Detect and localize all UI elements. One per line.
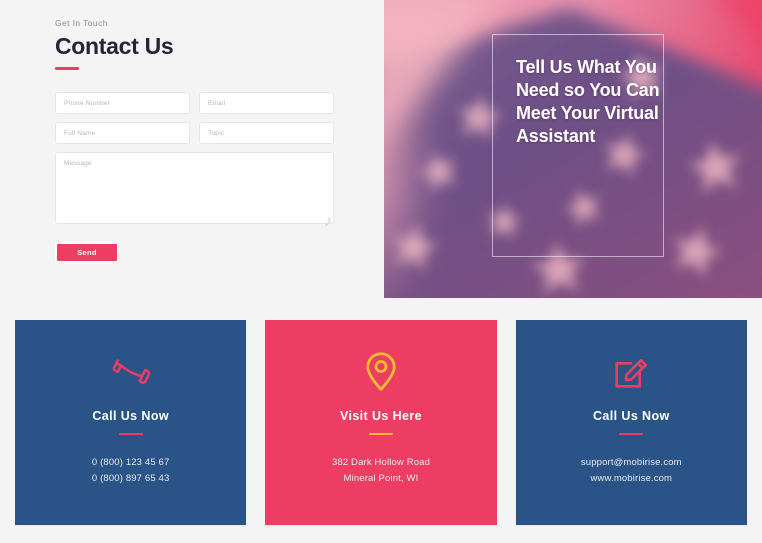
contact-section: Get In Touch Contact Us Phone Number Ema…: [0, 0, 762, 298]
hero-banner: Tell Us What You Need so You Can Meet Yo…: [384, 0, 762, 298]
textarea-resize-grip[interactable]: [324, 214, 331, 227]
phone-icon: [111, 347, 151, 397]
card-title-underline: [118, 433, 143, 435]
email-input[interactable]: Email: [199, 92, 334, 115]
phone-input[interactable]: Phone Number: [55, 92, 190, 115]
card-line: Mineral Point, WI: [343, 472, 419, 484]
title-underline: [55, 67, 79, 71]
card-call-us-now-email[interactable]: Call Us Now support@mobirise.com www.mob…: [515, 320, 747, 525]
topic-input[interactable]: Topic: [199, 122, 334, 145]
hero-headline: Tell Us What You Need so You Can Meet Yo…: [516, 57, 660, 147]
card-title: Call Us Now: [92, 409, 169, 423]
card-title-underline: [368, 433, 393, 435]
card-line: www.mobirise.com: [590, 472, 673, 484]
card-visit-us-here[interactable]: Visit Us Here 382 Dark Hollow Road Miner…: [265, 320, 497, 525]
page-title: Contact Us: [55, 33, 174, 59]
form-row-2: Full Name Topic: [55, 122, 334, 145]
card-title: Visit Us Here: [339, 409, 423, 423]
send-button[interactable]: Send: [55, 242, 119, 264]
full-name-input[interactable]: Full Name: [55, 122, 190, 145]
section-eyebrow: Get In Touch: [55, 18, 108, 28]
message-textarea[interactable]: Message: [55, 152, 334, 227]
card-call-us-now-phone[interactable]: Call Us Now 0 (800) 123 45 67 0 (800) 89…: [15, 320, 247, 525]
card-body: 382 Dark Hollow Road Mineral Point, WI: [332, 455, 430, 486]
card-line: 0 (800) 897 65 43: [91, 472, 170, 484]
card-body: support@mobirise.com www.mobirise.com: [581, 455, 682, 486]
card-body: 0 (800) 123 45 67 0 (800) 897 65 43: [92, 455, 170, 486]
card-title-underline: [619, 433, 644, 435]
message-placeholder: Message: [64, 160, 92, 168]
form-row-1: Phone Number Email: [55, 92, 334, 115]
card-line: support@mobirise.com: [580, 457, 682, 468]
card-line: 382 Dark Hollow Road: [331, 457, 431, 468]
map-pin-icon: [362, 347, 400, 397]
contact-form: Get In Touch Contact Us Phone Number Ema…: [0, 0, 384, 298]
edit-icon: [611, 347, 651, 397]
card-line: 0 (800) 123 45 67: [91, 457, 170, 468]
info-cards-row: Call Us Now 0 (800) 123 45 67 0 (800) 89…: [0, 298, 762, 543]
card-title: Call Us Now: [593, 409, 670, 423]
